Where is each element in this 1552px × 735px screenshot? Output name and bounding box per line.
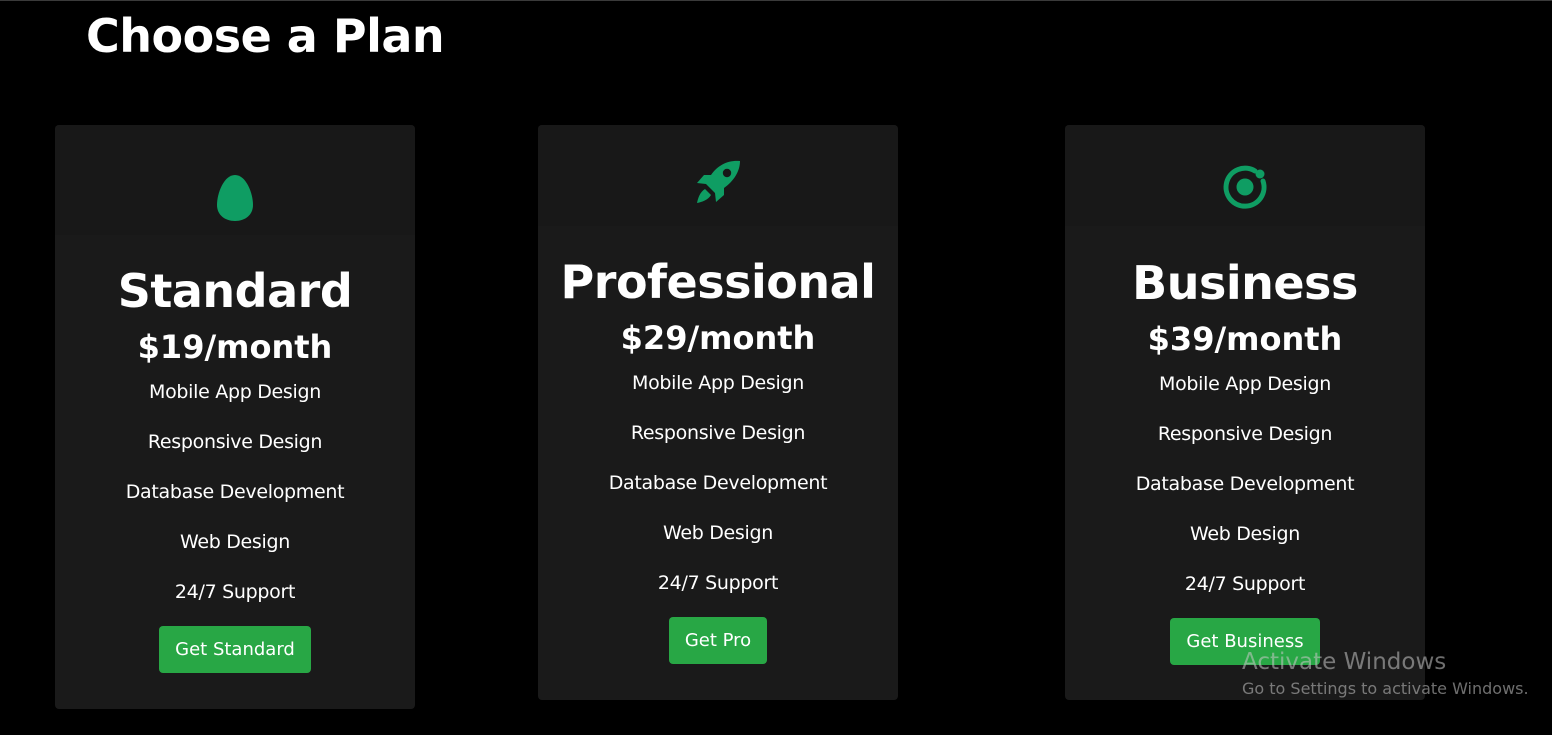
feature-item: 24/7 Support [1184, 573, 1306, 595]
feature-item: Responsive Design [1157, 423, 1333, 445]
window-top-border [0, 0, 1552, 1]
card-body: Business $39/month Mobile App Design Res… [1065, 226, 1425, 665]
feature-item: Database Development [125, 481, 345, 503]
feature-item: 24/7 Support [657, 572, 779, 594]
feature-item: Web Design [179, 531, 291, 553]
feature-item: Mobile App Design [148, 381, 322, 403]
get-standard-button[interactable]: Get Standard [159, 626, 311, 673]
watermark-subtitle: Go to Settings to activate Windows. [1242, 679, 1529, 698]
feature-list: Mobile App Design Responsive Design Data… [55, 367, 415, 617]
activate-windows-watermark: Activate Windows Go to Settings to activ… [1242, 648, 1529, 700]
plan-card-professional: Professional $29/month Mobile App Design… [538, 125, 898, 700]
egg-icon [216, 174, 254, 226]
ionic-logo-icon [1221, 165, 1269, 213]
plan-name: Standard [117, 264, 353, 318]
plan-price: $19/month [137, 328, 333, 366]
feature-item: Database Development [1135, 473, 1355, 495]
get-pro-button[interactable]: Get Pro [668, 617, 768, 664]
card-body: Standard $19/month Mobile App Design Res… [55, 235, 415, 673]
card-body: Professional $29/month Mobile App Design… [538, 226, 898, 664]
plan-card-standard: Standard $19/month Mobile App Design Res… [55, 125, 415, 709]
card-header [538, 125, 898, 226]
feature-item: 24/7 Support [174, 581, 296, 603]
plan-card-business: Business $39/month Mobile App Design Res… [1065, 125, 1425, 700]
page-title: Choose a Plan [86, 9, 445, 63]
watermark-title: Activate Windows [1242, 649, 1447, 675]
feature-item: Mobile App Design [1158, 373, 1332, 395]
rocket-icon [694, 159, 742, 209]
card-header [55, 125, 415, 235]
feature-item: Web Design [1189, 523, 1301, 545]
plan-name: Business [1132, 256, 1358, 310]
card-header [1065, 125, 1425, 226]
plan-price: $39/month [1147, 320, 1343, 358]
plan-name: Professional [560, 255, 876, 309]
feature-item: Responsive Design [147, 431, 323, 453]
plan-price: $29/month [620, 319, 816, 357]
feature-list: Mobile App Design Responsive Design Data… [1065, 359, 1425, 609]
feature-item: Responsive Design [630, 422, 806, 444]
feature-list: Mobile App Design Responsive Design Data… [538, 358, 898, 608]
feature-item: Mobile App Design [631, 372, 805, 394]
feature-item: Web Design [662, 522, 774, 544]
feature-item: Database Development [608, 472, 828, 494]
